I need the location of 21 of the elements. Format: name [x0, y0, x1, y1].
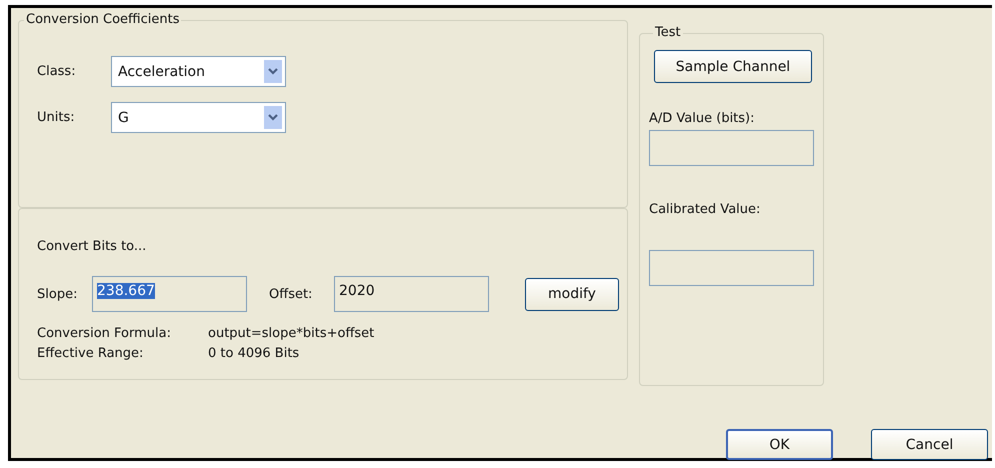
field-label: Class: — [37, 64, 77, 79]
modify-button[interactable]: modify — [525, 278, 619, 310]
sample-channel-button[interactable]: Sample Channel — [654, 50, 812, 83]
input-field[interactable]: 238.667 — [92, 276, 247, 312]
dialog-button[interactable]: OK — [726, 429, 833, 460]
info-label: Conversion Formula: — [37, 326, 172, 341]
section-heading: Convert Bits to... — [37, 239, 146, 254]
field-label: Offset: — [269, 286, 314, 302]
field-label: Calibrated Value: — [649, 202, 760, 217]
dropdown[interactable]: G — [111, 102, 286, 133]
field-label: Slope: — [37, 286, 78, 302]
field-label: Units: — [37, 110, 76, 125]
field-label: A/D Value (bits): — [649, 111, 755, 126]
dropdown[interactable]: Acceleration — [111, 56, 286, 87]
info-value: output=slope*bits+offset — [208, 326, 376, 341]
input-field[interactable] — [649, 130, 814, 166]
info-value: 0 to 4096 Bits — [208, 346, 300, 361]
dialog-button[interactable]: Cancel — [871, 429, 988, 460]
info-label: Effective Range: — [37, 346, 144, 361]
input-field[interactable] — [649, 250, 814, 286]
input-field[interactable]: 2020 — [334, 276, 489, 312]
